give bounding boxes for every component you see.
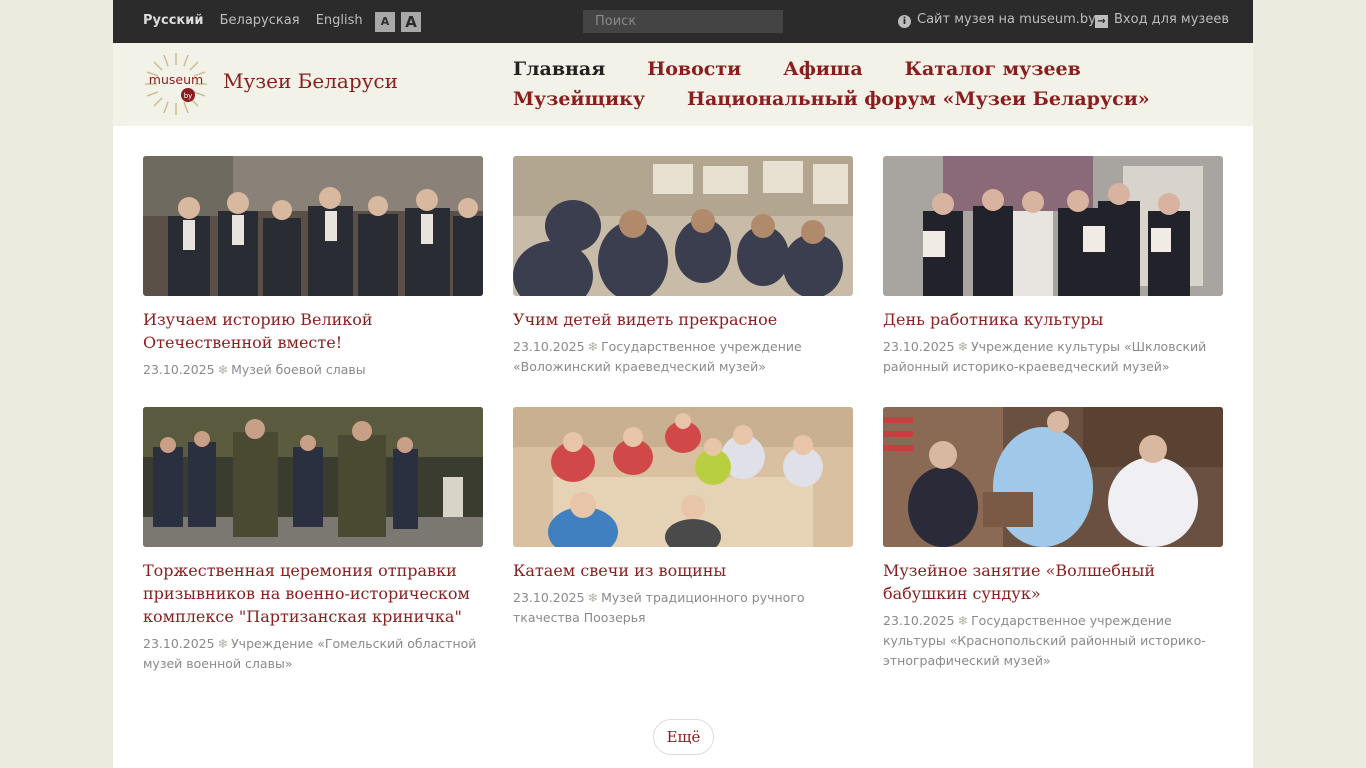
news-card[interactable]: Изучаем историю Великой Отечественной вм… — [143, 156, 483, 380]
page: Русский Беларуская English A A i Сайт муз… — [113, 0, 1253, 768]
museum-site-link[interactable]: i Сайт музея на museum.by — [898, 12, 1096, 28]
news-meta: 23.10.2025 ❄ Учреждение культуры «Шкловски… — [883, 337, 1223, 377]
font-increase-icon[interactable]: A — [401, 12, 421, 32]
news-title[interactable]: Катаем свечи из вощины — [513, 559, 853, 582]
search-input[interactable] — [583, 10, 783, 33]
news-photo[interactable] — [143, 156, 483, 296]
news-title[interactable]: Музейное занятие «Волшебный бабушкин сун… — [883, 559, 1223, 605]
news-card[interactable]: День работника культуры 23.10.2025 ❄ Учреж… — [883, 156, 1223, 377]
snowflake-icon: ❄ — [957, 339, 969, 354]
nav-national-forum[interactable]: Национальный форум «Музеи Беларуси» — [687, 88, 1150, 110]
news-photo[interactable] — [883, 156, 1223, 296]
login-label: Вход для музеев — [1114, 12, 1230, 27]
news-meta: 23.10.2025 ❄ Музей традиционного ручного т… — [513, 588, 853, 628]
language-switcher: Русский Беларуская English — [143, 13, 375, 28]
nav-museum-catalog[interactable]: Каталог музеев — [905, 58, 1081, 80]
news-title[interactable]: Изучаем историю Великой Отечественной вм… — [143, 308, 483, 354]
snowflake-icon: ❄ — [217, 362, 229, 377]
news-card[interactable]: Катаем свечи из вощины 23.10.2025 ❄ Музей … — [513, 407, 853, 628]
news-title[interactable]: Торжественная церемония отправки призывн… — [143, 559, 483, 628]
news-title[interactable]: День работника культуры — [883, 308, 1223, 331]
news-photo[interactable] — [143, 407, 483, 547]
news-date: 23.10.2025 — [143, 362, 215, 377]
logo-text: museum — [149, 72, 203, 87]
font-decrease-icon[interactable]: A — [375, 12, 395, 32]
site-header: museum by Музеи Беларуси Главная Новости А… — [113, 43, 1253, 126]
news-photo[interactable] — [513, 156, 853, 296]
nav-news[interactable]: Новости — [647, 58, 741, 80]
snowflake-icon: ❄ — [587, 339, 599, 354]
museum-logo[interactable]: museum by — [143, 51, 209, 117]
nav-for-museum-staff[interactable]: Музейщику — [513, 88, 645, 110]
snowflake-icon: ❄ — [957, 613, 969, 628]
news-card[interactable]: Торжественная церемония отправки призывн… — [143, 407, 483, 674]
snowflake-icon: ❄ — [217, 636, 229, 651]
news-photo[interactable] — [513, 407, 853, 547]
news-date: 23.10.2025 — [883, 339, 955, 354]
news-date: 23.10.2025 — [883, 613, 955, 628]
nav-home[interactable]: Главная — [513, 58, 605, 80]
news-date: 23.10.2025 — [143, 636, 215, 651]
museum-site-label: Сайт музея на museum.by — [917, 12, 1096, 27]
news-date: 23.10.2025 — [513, 590, 585, 605]
sign-in-icon: → — [1095, 15, 1108, 28]
lang-english[interactable]: English — [316, 13, 363, 28]
news-card[interactable]: Музейное занятие «Волшебный бабушкин сун… — [883, 407, 1223, 671]
news-photo[interactable] — [883, 407, 1223, 547]
site-title[interactable]: Музеи Беларуси — [223, 69, 398, 93]
snowflake-icon: ❄ — [587, 590, 599, 605]
news-meta: 23.10.2025 ❄ Государственное учреждение ку… — [883, 611, 1223, 671]
news-meta: 23.10.2025 ❄ Учреждение «Гомельский област… — [143, 634, 483, 674]
news-museum[interactable]: Музей боевой славы — [231, 362, 366, 377]
nav-events[interactable]: Афиша — [783, 58, 862, 80]
lang-belarusian[interactable]: Беларуская — [220, 13, 300, 28]
news-meta: 23.10.2025 ❄ Музей боевой славы — [143, 360, 483, 380]
lang-russian[interactable]: Русский — [143, 13, 203, 28]
news-meta: 23.10.2025 ❄ Государственное учреждение «В… — [513, 337, 853, 377]
news-title[interactable]: Учим детей видеть прекрасное — [513, 308, 853, 331]
main-nav: Главная Новости Афиша Каталог музеев Музейщи… — [513, 54, 1233, 114]
info-icon: i — [898, 15, 911, 28]
top-bar: Русский Беларуская English A A i Сайт муз… — [113, 0, 1253, 43]
news-date: 23.10.2025 — [513, 339, 585, 354]
load-more-button[interactable]: Ещё — [653, 719, 714, 755]
login-link[interactable]: → Вход для музеев — [1095, 12, 1229, 28]
news-card[interactable]: Учим детей видеть прекрасное 23.10.2025 ❄… — [513, 156, 853, 377]
logo-badge-text: by — [184, 92, 193, 100]
